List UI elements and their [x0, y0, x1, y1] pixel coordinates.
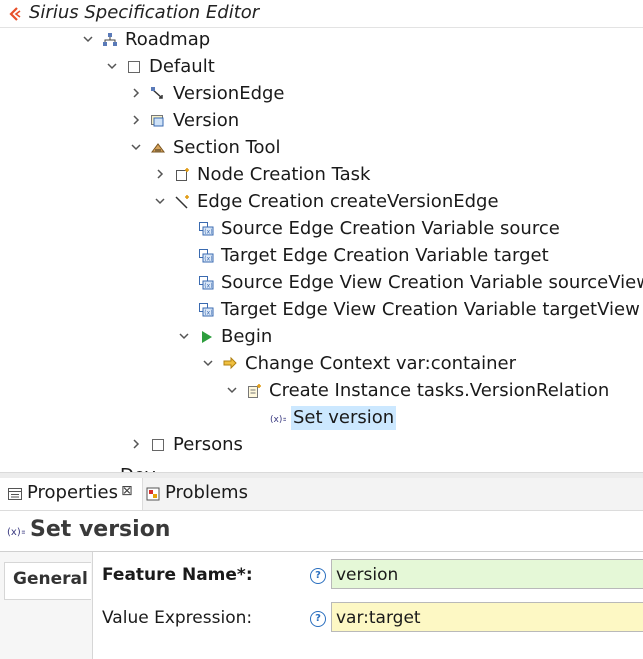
layer-icon [128, 61, 140, 73]
close-icon[interactable]: ⊠ [121, 483, 133, 499]
tree-item-label: Create Instance tasks.VersionRelation [269, 380, 610, 401]
tree-item[interactable]: (x)= Set version [0, 406, 643, 430]
chevron-down-icon[interactable] [178, 330, 190, 342]
problems-icon [146, 487, 160, 501]
chevron-right-icon[interactable] [154, 168, 166, 180]
tree-item-label: Node Creation Task [197, 164, 371, 185]
chevron-down-icon[interactable] [106, 60, 118, 72]
tree-item-label: Source Edge View Creation Variable sourc… [221, 272, 643, 293]
tree-item[interactable]: (x) Target Edge Creation Variable target [0, 244, 643, 268]
chevron-down-icon[interactable] [130, 141, 142, 153]
property-row-feature-name: Feature Name*: ? version [92, 559, 643, 593]
create-instance-icon [248, 384, 261, 398]
tab-properties[interactable]: Properties ⊠ [0, 478, 143, 510]
editor-title: Sirius Specification Editor [29, 2, 260, 23]
tree-item-label: Set version [291, 406, 397, 430]
editor-title-bar: Sirius Specification Editor [0, 0, 643, 28]
tree-item-label: Section Tool [173, 137, 281, 158]
properties-icon [8, 488, 22, 500]
chevron-down-icon[interactable] [202, 357, 214, 369]
chevron-down-icon[interactable] [82, 33, 94, 45]
sirius-icon [9, 7, 21, 21]
node-creation-icon [176, 168, 189, 181]
tree-item-label: Edge Creation createVersionEdge [197, 191, 499, 212]
begin-icon [202, 331, 212, 343]
properties-title: Set version [30, 517, 171, 542]
view-tabs: Properties ⊠ Problems [0, 478, 643, 511]
tree-item-label: Roadmap [125, 29, 211, 50]
tree-item[interactable]: Roadmap [0, 28, 643, 52]
tree-item-label: Persons [173, 434, 243, 455]
separator [0, 551, 643, 552]
chevron-right-icon[interactable] [130, 87, 142, 99]
svg-text:(x)=: (x)= [270, 415, 286, 425]
tree-item-label: Change Context var:container [245, 353, 516, 374]
tool-section-icon [151, 143, 165, 153]
node-mapping-icon [151, 115, 164, 127]
tree-item[interactable]: (x) Source Edge Creation Variable source [0, 217, 643, 241]
tree-item[interactable]: Begin [0, 325, 643, 349]
svg-text:(x): (x) [204, 310, 212, 317]
edge-creation-icon [175, 195, 189, 209]
tree-item-label: Source Edge Creation Variable source [221, 218, 560, 239]
section-tab-label: General [13, 569, 88, 589]
svg-text:(x): (x) [204, 229, 212, 236]
chevron-right-icon[interactable] [130, 114, 142, 126]
tree-item[interactable]: VersionEdge [0, 82, 643, 106]
feature-name-field[interactable]: version [331, 559, 643, 589]
properties-header: (x)= Set version [0, 511, 643, 551]
value-expression-label: Value Expression: [102, 608, 253, 628]
tree-item[interactable]: Edge Creation createVersionEdge [0, 190, 643, 214]
svg-text:(x): (x) [204, 256, 212, 263]
property-row-value-expression: Value Expression: ? var:target [92, 602, 643, 636]
feature-name-label: Feature Name*: [102, 565, 253, 585]
tree-item[interactable]: Create Instance tasks.VersionRelation [0, 379, 643, 403]
tree-item-cutoff[interactable]: Dev [120, 464, 156, 472]
tree-item-label: VersionEdge [173, 83, 285, 104]
section-tab-general[interactable]: General [4, 562, 91, 600]
tree-item[interactable]: Change Context var:container [0, 352, 643, 376]
tree-item[interactable]: Node Creation Task [0, 163, 643, 187]
change-context-icon [223, 356, 237, 370]
value-expression-field[interactable]: var:target [331, 602, 643, 632]
tree-item[interactable]: Version [0, 109, 643, 133]
set-value-icon: (x)= [270, 415, 286, 425]
chevron-down-icon[interactable] [226, 384, 238, 396]
model-tree[interactable]: Roadmap Default VersionEdge Version Section … [0, 28, 643, 472]
tree-item[interactable]: Default [0, 55, 643, 79]
views-panel: Properties ⊠ Problems (x)= Set version G… [0, 478, 643, 659]
tree-item-label: Target Edge Creation Variable target [221, 245, 549, 266]
svg-text:(x)=: (x)= [7, 527, 25, 538]
tree-item-label: Default [149, 56, 215, 77]
tab-label: Properties [27, 482, 118, 503]
specification-editor: Sirius Specification Editor Roadmap Defau… [0, 0, 643, 472]
edge-mapping-icon [151, 87, 163, 99]
chevron-down-icon[interactable] [154, 195, 166, 207]
tab-label: Problems [165, 482, 248, 503]
variable-icon: (x) [199, 222, 214, 236]
property-sections: General [0, 552, 93, 659]
tree-item[interactable]: (x) Source Edge View Creation Variable so… [0, 271, 643, 295]
svg-text:(x): (x) [204, 283, 212, 290]
tree-item-label: Target Edge View Creation Variable targe… [221, 299, 640, 320]
set-value-icon: (x)= [7, 527, 25, 538]
variable-icon: (x) [199, 303, 214, 317]
chevron-right-icon[interactable] [130, 438, 142, 450]
tab-problems[interactable]: Problems [143, 478, 263, 510]
tree-item[interactable]: Section Tool [0, 136, 643, 160]
diagram-icon [103, 33, 117, 46]
layer-icon [152, 439, 164, 451]
tree-item[interactable]: (x) Target Edge View Creation Variable ta… [0, 298, 643, 322]
help-icon[interactable]: ? [310, 568, 326, 584]
tree-item-label: Version [173, 110, 240, 131]
help-icon[interactable]: ? [310, 611, 326, 627]
tree-item-label: Begin [221, 326, 273, 347]
variable-icon: (x) [199, 276, 214, 290]
tree-item[interactable]: Persons [0, 433, 643, 457]
variable-icon: (x) [199, 249, 214, 263]
